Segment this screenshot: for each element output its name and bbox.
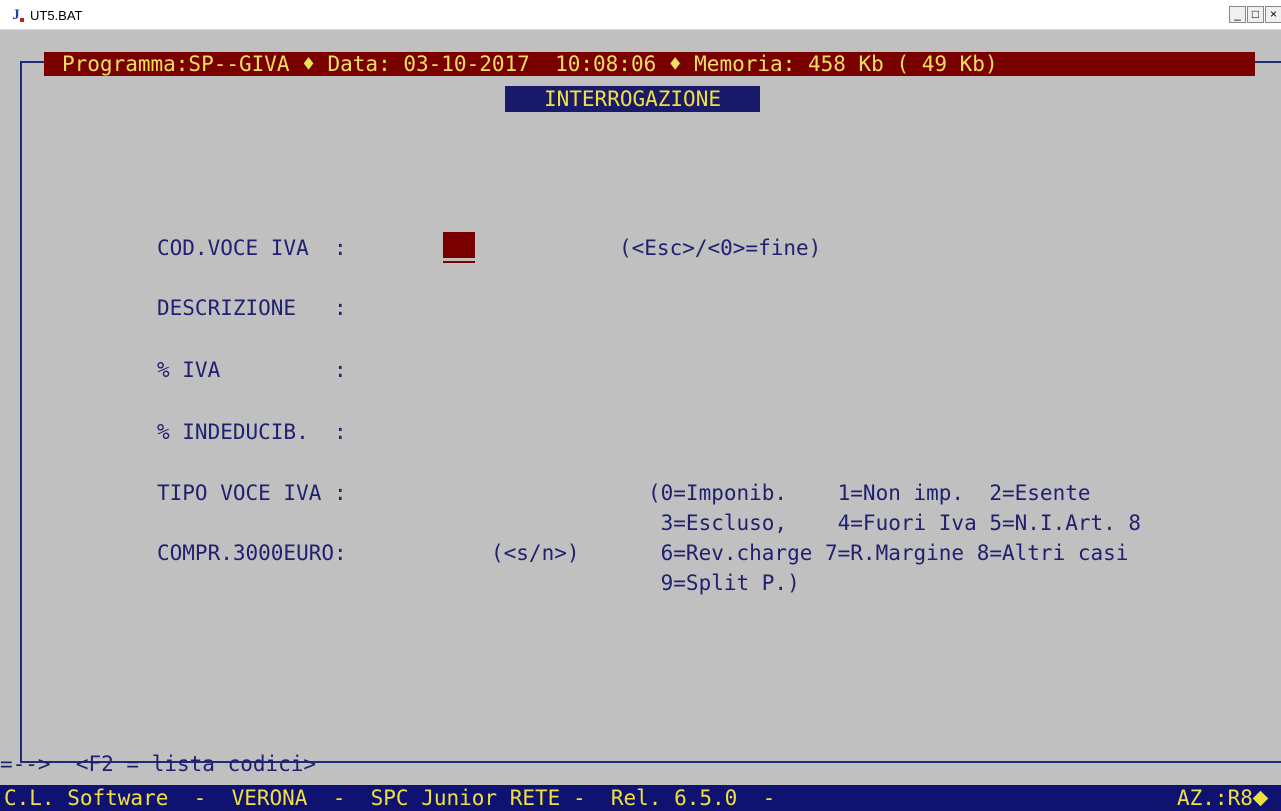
yes-no-hint: (<s/n>) [491,541,580,565]
window-titlebar: J UT5.BAT _ □ × [0,0,1281,30]
dos-console: Programma:SP--GIVA ♦ Data: 03-10-2017 10… [0,30,1281,811]
tipo-option-line-4: 9=Split P.) [648,571,800,595]
tipo-option-line-3: 6=Rev.charge 7=R.Margine 8=Altri casi [648,541,1129,565]
status-right: AZ.:R8 [1177,786,1253,810]
function-key-hint: =--> <F2 = lista codici> [0,752,317,776]
window-title: UT5.BAT [30,8,83,23]
label-cod-voce-iva: COD.VOCE IVA : [157,236,347,260]
tipo-option-line-1: (0=Imponib. 1=Non imp. 2=Esente [648,481,1091,505]
cod-voce-iva-input[interactable] [443,232,475,258]
label-perc-iva: % IVA : [157,358,347,382]
exit-hint: (<Esc>/<0>=fine) [619,236,822,260]
label-indeducib: % INDEDUCIB. : [157,420,347,444]
console-frame [20,61,1281,763]
tipo-option-line-2: 3=Escluso, 4=Fuori Iva 5=N.I.Art. 8 [648,511,1142,535]
input-cursor [443,261,475,263]
app-icon: J [8,7,24,23]
program-header: Programma:SP--GIVA ♦ Data: 03-10-2017 10… [44,52,1255,76]
close-button[interactable]: × [1265,6,1281,23]
label-descrizione: DESCRIZIONE : [157,296,347,320]
minimize-button[interactable]: _ [1229,6,1246,23]
screen-title: INTERROGAZIONE [505,86,760,112]
label-tipo-voce-iva: TIPO VOCE IVA : [157,481,347,505]
status-left: C.L. Software - VERONA - SPC Junior RETE… [4,786,776,810]
label-compr-3000euro: COMPR.3000EURO: [157,541,347,565]
status-bar: C.L. Software - VERONA - SPC Junior RETE… [0,785,1281,811]
maximize-button[interactable]: □ [1247,6,1264,23]
diamond-icon [1252,790,1269,807]
header-text: Programma:SP--GIVA ♦ Data: 03-10-2017 10… [62,52,998,76]
